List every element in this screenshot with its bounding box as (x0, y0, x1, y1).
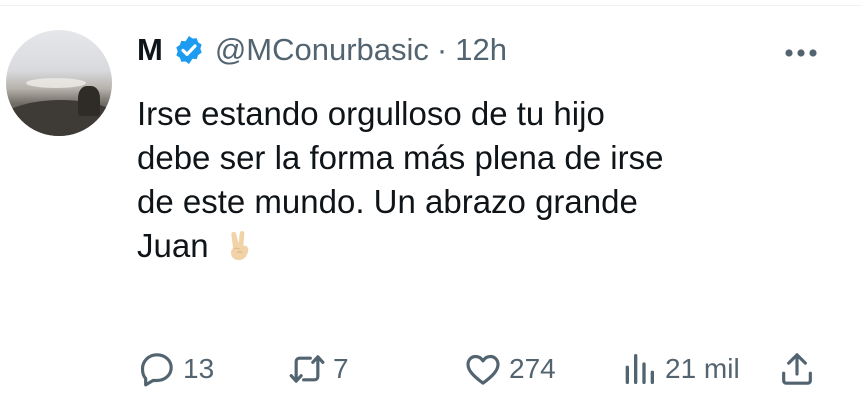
tweet-text-last-word: Juan (137, 227, 209, 264)
reply-icon (140, 353, 173, 387)
victory-hand-emoji-icon (230, 230, 248, 261)
tweet-actions: 13 7 274 21 mil (137, 344, 837, 394)
avatar[interactable] (6, 30, 112, 136)
author-handle[interactable]: @MConurbasic (215, 32, 429, 68)
tweet-header: M @MConurbasic · 12h (137, 30, 507, 70)
reply-count: 13 (183, 353, 215, 384)
share-icon (782, 353, 812, 385)
retweet-button[interactable]: 7 (287, 344, 349, 394)
avatar-tree (78, 86, 100, 116)
retweet-icon (289, 355, 325, 383)
separator-dot: · (436, 32, 448, 67)
like-count: 274 (509, 353, 556, 384)
heart-icon (466, 354, 500, 385)
tweet[interactable]: M @MConurbasic · 12h Irse estando orgull… (0, 0, 862, 402)
avatar-sky-glow (26, 78, 86, 88)
tweet-text: Irse estando orgulloso de tu hijo debe s… (137, 92, 837, 268)
tweet-timestamp[interactable]: 12h (455, 32, 507, 68)
views-count: 21 mil (665, 353, 740, 384)
reply-button[interactable]: 13 (137, 344, 214, 394)
author-name[interactable]: M (137, 32, 163, 68)
tweet-text-line: de este mundo. Un abrazo grande (137, 183, 638, 220)
like-button[interactable]: 274 (463, 344, 556, 394)
views-button[interactable]: 21 mil (619, 344, 740, 394)
more-horizontal-icon (785, 49, 817, 57)
retweet-count: 7 (333, 353, 349, 384)
tweet-text-line: debe ser la forma más plena de irse (137, 139, 664, 176)
share-button[interactable] (777, 344, 817, 394)
tweet-text-line: Irse estando orgulloso de tu hijo (137, 95, 605, 132)
tweet-text-line: Juan (137, 224, 837, 268)
views-icon (625, 354, 654, 384)
more-button[interactable] (776, 38, 826, 68)
divider (0, 0, 862, 6)
verified-badge-icon (176, 36, 202, 64)
